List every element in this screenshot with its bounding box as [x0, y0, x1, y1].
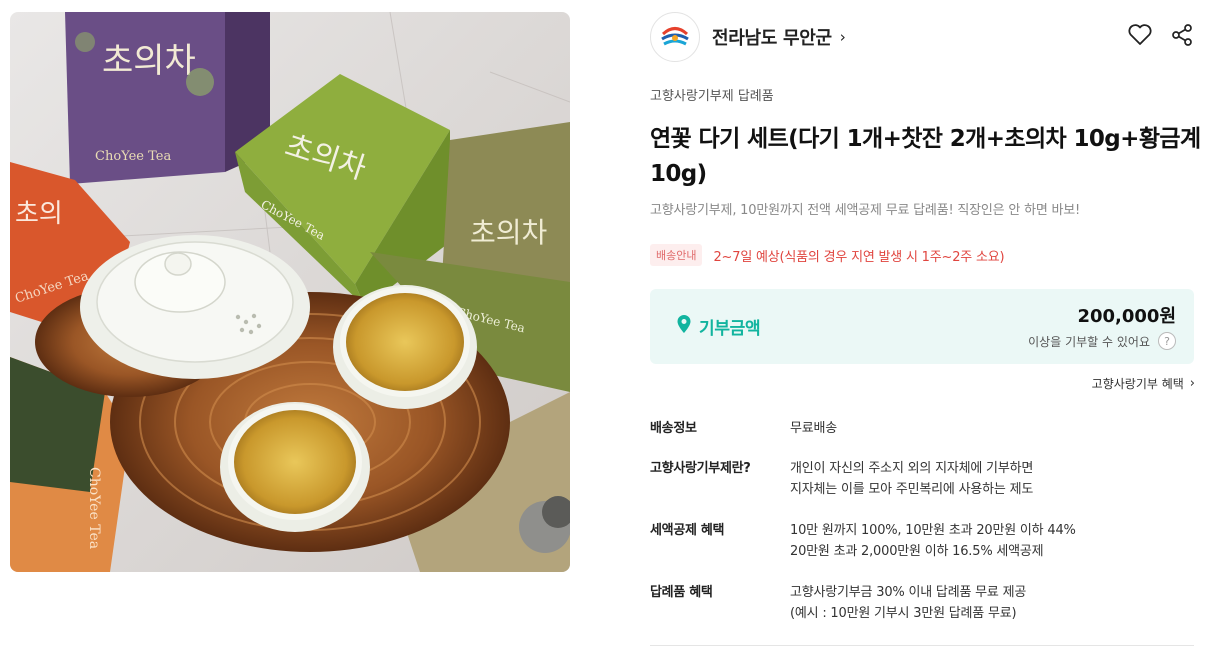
info-line: 고향사랑기부금 30% 이내 답례품 무료 제공	[790, 585, 1027, 600]
info-line: 10만 원까지 100%, 10만원 초과 20만원 이하 44%	[790, 523, 1076, 538]
heart-icon[interactable]	[1127, 22, 1153, 48]
seller-row: 전라남도 무안군 ›	[650, 12, 1195, 62]
svg-text:초의: 초의	[15, 199, 63, 229]
help-circle-icon[interactable]: ?	[1158, 332, 1176, 350]
info-line: 지자체는 이를 모아 주민복리에 사용하는 제도	[790, 482, 1034, 497]
info-label: 세액공제 혜택	[650, 523, 725, 538]
donation-amount: 200,000원	[1077, 306, 1176, 327]
donation-note-text: 이상을 기부할 수 있어요	[1028, 334, 1150, 349]
svg-text:초의차: 초의차	[102, 41, 196, 81]
chevron-right-icon: ›	[1189, 376, 1195, 391]
product-category: 고향사랑기부제 답례품	[650, 89, 774, 104]
svg-text:초의차: 초의차	[470, 216, 547, 249]
product-subtitle: 고향사랑기부제, 10만원까지 전액 세액공제 무료 답례품! 직장인은 안 하…	[650, 203, 1081, 218]
product-image: ChoYee Tea 초의차 초의차 ChoYee Tea 초의차 ChoYee…	[10, 12, 570, 572]
donation-note: 이상을 기부할 수 있어요 ?	[1028, 332, 1176, 350]
info-value: 10만 원까지 100%, 10만원 초과 20만원 이하 44% 20만원 초…	[790, 520, 1076, 562]
svg-text:ChoYee Tea: ChoYee Tea	[86, 467, 102, 549]
info-line: 개인이 자신의 주소지 외의 지자체에 기부하면	[790, 461, 1034, 476]
donation-label-text: 기부금액	[699, 319, 761, 339]
product-title: 연꽃 다기 세트(다기 1개+찻잔 2개+초의차 10g+황금계 10g)	[650, 126, 1201, 187]
share-icon[interactable]	[1169, 22, 1195, 48]
location-pin-icon	[676, 314, 692, 339]
divider	[650, 645, 1194, 646]
seller-name[interactable]: 전라남도 무안군	[712, 24, 832, 50]
info-label: 배송정보	[650, 421, 697, 436]
delivery-row: 배송안내 2~7일 예상(식품의 경우 지연 발생 시 1주~2주 소요)	[650, 244, 1005, 266]
benefit-link-label: 고향사랑기부 혜택	[1091, 377, 1184, 391]
benefit-link[interactable]: 고향사랑기부 혜택 ›	[1092, 375, 1195, 392]
info-line: 무료배송	[790, 421, 838, 436]
delivery-badge: 배송안내	[650, 244, 703, 266]
info-line: 20만원 초과 2,000만원 이하 16.5% 세액공제	[790, 544, 1044, 559]
info-line: (예시 : 10만원 기부시 3만원 답례품 무료)	[790, 606, 1017, 621]
seller-logo[interactable]	[650, 12, 700, 62]
info-label: 고향사랑기부제란?	[650, 461, 751, 476]
chevron-right-icon[interactable]: ›	[840, 28, 846, 46]
donation-label: 기부금액	[676, 314, 761, 339]
donation-box: 기부금액 200,000원 이상을 기부할 수 있어요 ?	[650, 289, 1194, 364]
info-value: 고향사랑기부금 30% 이내 답례품 무료 제공 (예시 : 10만원 기부시 …	[790, 582, 1026, 624]
info-label: 답례품 혜택	[650, 585, 713, 600]
box-brand-text: ChoYee Tea	[95, 149, 171, 164]
delivery-estimate: 2~7일 예상(식품의 경우 지연 발생 시 1주~2주 소요)	[713, 249, 1005, 265]
info-value: 무료배송	[790, 418, 837, 439]
info-value: 개인이 자신의 주소지 외의 지자체에 기부하면 지자체는 이를 모아 주민복리…	[790, 458, 1033, 500]
action-icons	[1127, 22, 1195, 48]
